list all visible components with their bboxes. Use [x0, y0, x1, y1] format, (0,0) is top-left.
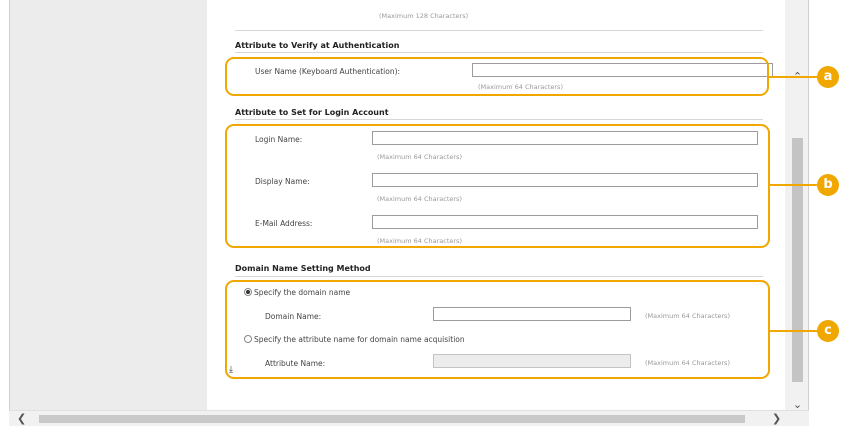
callout-b: b	[817, 174, 839, 196]
chevron-right-icon[interactable]: ❯	[772, 411, 781, 426]
highlight-group-b	[225, 124, 770, 248]
callout-c: c	[817, 320, 839, 342]
horizontal-scroll-thumb[interactable]	[39, 415, 745, 423]
callout-connector-a	[769, 76, 817, 78]
vertical-scroll-thumb[interactable]	[792, 138, 803, 382]
divider	[235, 30, 763, 31]
highlight-group-c	[225, 280, 770, 379]
domain-section-title: Domain Name Setting Method	[235, 264, 371, 273]
highlight-group-a	[225, 57, 769, 96]
divider	[235, 276, 763, 277]
callout-a: a	[817, 66, 839, 88]
top-max-hint: (Maximum 128 Characters)	[379, 12, 469, 20]
left-panel	[10, 0, 207, 410]
divider	[235, 52, 763, 53]
horizontal-scrollbar[interactable]: ❮ ❯	[9, 410, 809, 426]
callout-connector-c	[770, 330, 817, 332]
chevron-left-icon[interactable]: ❮	[17, 411, 26, 426]
callout-connector-b	[770, 184, 817, 186]
divider	[235, 119, 763, 120]
auth-section-title: Attribute to Verify at Authentication	[235, 41, 400, 50]
vertical-scrollbar[interactable]: ⌃ ⌄	[785, 0, 808, 411]
login-section-title: Attribute to Set for Login Account	[235, 108, 389, 117]
